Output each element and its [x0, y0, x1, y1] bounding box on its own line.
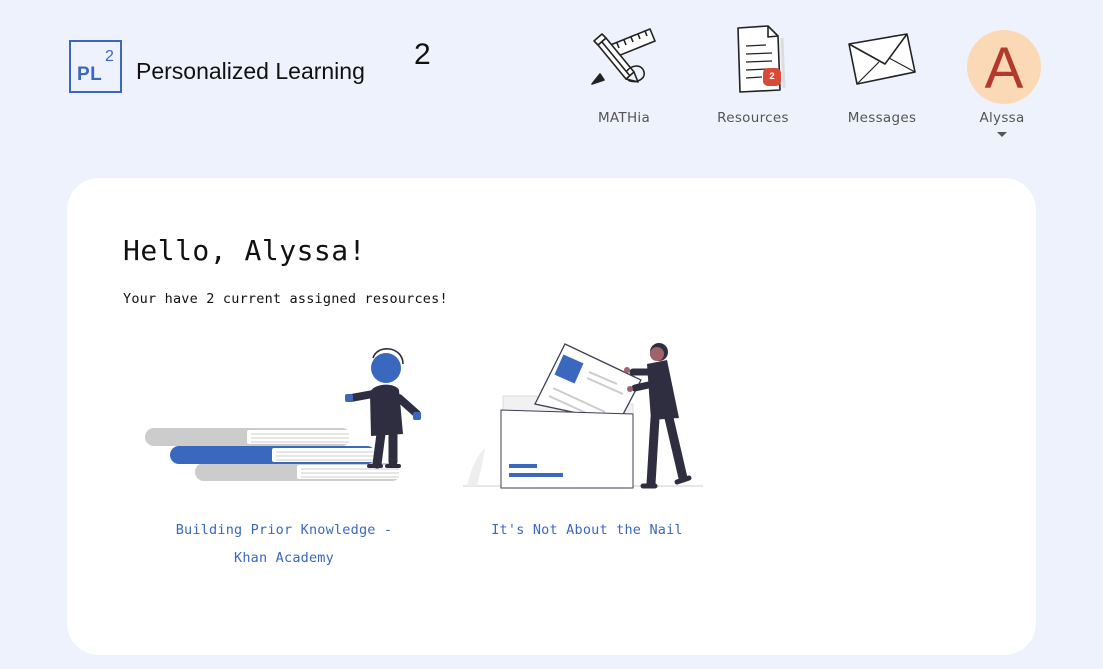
- resource-card-nail[interactable]: It's Not About the Nail: [457, 338, 717, 578]
- pencil-ruler-icon: [591, 28, 656, 85]
- app-logo[interactable]: PL 2: [69, 40, 122, 93]
- resource-title-line1[interactable]: It's Not About the Nail: [457, 516, 717, 544]
- logo-text: PL: [77, 64, 103, 85]
- nav-resources-label: Resources: [717, 110, 789, 126]
- main-card: Hello, Alyssa! Your have 2 current assig…: [67, 178, 1036, 655]
- nav-user-label: Alyssa: [979, 110, 1025, 126]
- user-avatar: A: [967, 30, 1041, 104]
- resource-card-khan[interactable]: Building Prior Knowledge - Khan Academy: [137, 338, 437, 578]
- app-title: Personalized Learning: [136, 58, 365, 84]
- greeting-heading: Hello, Alyssa!: [123, 234, 367, 267]
- nav-mathia-label: MATHia: [597, 110, 651, 126]
- books-stairs-illustration: [145, 348, 421, 481]
- chevron-down-icon: [997, 132, 1007, 137]
- resources-count-badge: 2: [763, 68, 781, 86]
- app-title-superscript: 2: [414, 38, 431, 71]
- nav-user-menu[interactable]: A Alyssa: [952, 24, 1052, 137]
- nav-messages[interactable]: Messages: [832, 24, 932, 134]
- resource-title-line1[interactable]: Building Prior Knowledge -: [137, 516, 431, 544]
- nav-messages-label: Messages: [847, 110, 917, 126]
- nav-resources[interactable]: 2 Resources: [703, 24, 803, 134]
- file-folder-illustration: [463, 343, 703, 489]
- envelope-icon: [848, 33, 916, 85]
- logo-superscript: 2: [105, 48, 114, 65]
- nav-mathia[interactable]: MATHia: [574, 24, 674, 134]
- assigned-resources-text: Your have 2 current assigned resources!: [123, 291, 448, 307]
- resource-title-line2[interactable]: Khan Academy: [137, 544, 431, 572]
